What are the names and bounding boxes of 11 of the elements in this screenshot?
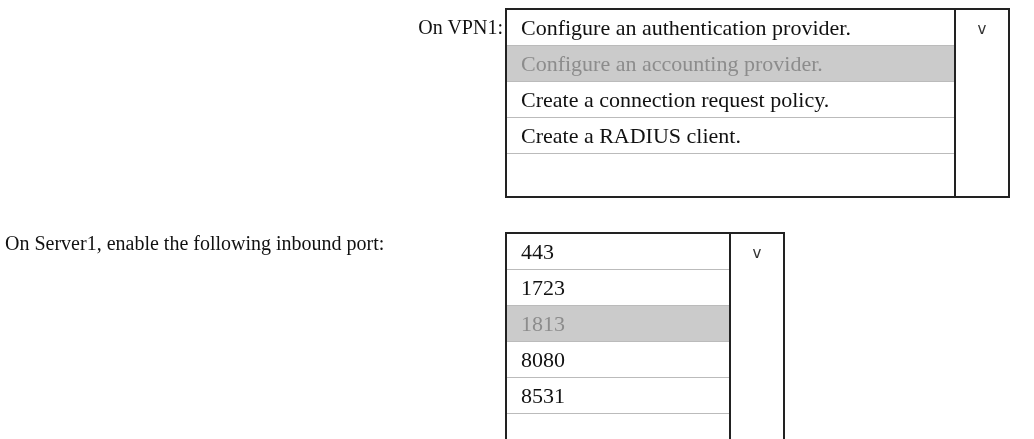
question-label: On VPN1: <box>417 15 504 39</box>
dropdown-option[interactable]: Create a connection request policy. <box>507 82 954 118</box>
dropdown-option[interactable]: 8080 <box>507 342 729 378</box>
dropdown-option[interactable]: Create a RADIUS client. <box>507 118 954 154</box>
question-label: On Server1, enable the following inbound port: <box>4 232 386 255</box>
dropdown-list[interactable]: 443 1723 1813 8080 8531 v <box>505 232 785 439</box>
dropdown-option[interactable]: 8531 <box>507 378 729 414</box>
dropdown-arrow[interactable]: v <box>752 244 762 262</box>
dropdown-list[interactable]: Configure an authentication provider. Configure an accounting provider. Create a connection request policy. Create a RADIUS client. v <box>505 8 1010 198</box>
dropdown-arrow[interactable]: v <box>977 20 987 38</box>
dropdown-option[interactable]: 443 <box>507 234 729 270</box>
